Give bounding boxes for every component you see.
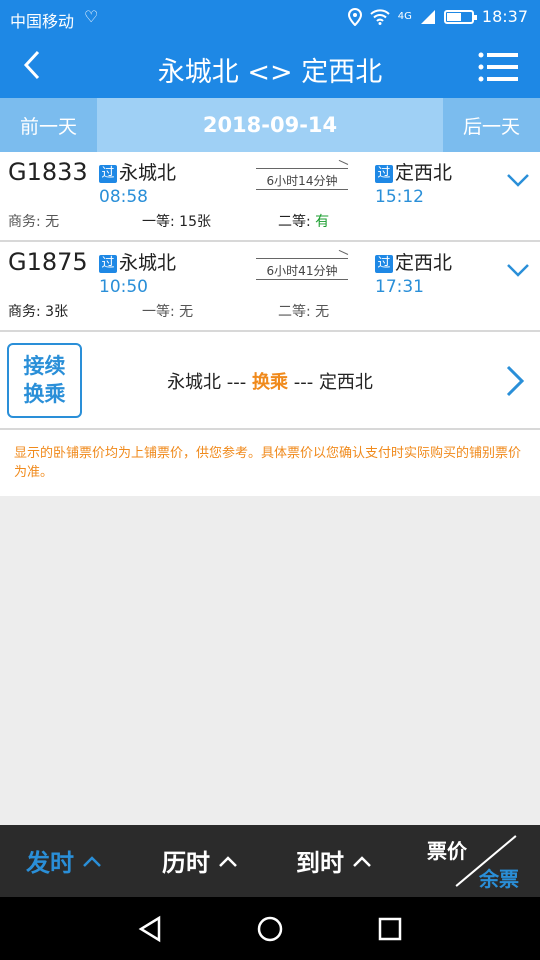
seat-value: 3张 — [45, 304, 69, 320]
seat-second: 二等: 有 — [278, 211, 329, 231]
caret-up-icon — [83, 855, 101, 867]
duration-text: 6小时41分钟 — [266, 264, 338, 278]
seat-business: 商务: 无 — [8, 211, 59, 231]
recents-square-icon[interactable] — [375, 914, 405, 944]
train-row[interactable]: G1875 过永城北 10:50 6小时41分钟 过定西北 17:31 商务: … — [0, 242, 540, 332]
sort-remaining-label: 余票 — [479, 867, 519, 891]
to-station: 过定西北 — [375, 248, 452, 275]
transfer-sep: --- — [288, 372, 319, 393]
to-station-name: 定西北 — [395, 252, 453, 274]
prev-day-button[interactable]: 前一天 — [0, 98, 97, 152]
sort-depart-time[interactable]: 发时 — [26, 843, 102, 878]
arrive-time: 17:31 — [375, 277, 424, 297]
caret-up-icon — [219, 855, 237, 867]
from-station-name: 永城北 — [119, 252, 177, 274]
seat-label: 商务: — [8, 214, 46, 230]
seat-business: 商务: 3张 — [8, 301, 68, 321]
home-circle-icon[interactable] — [255, 914, 285, 944]
location-icon — [347, 7, 362, 26]
pass-badge: 过 — [99, 255, 117, 273]
seat-value: 无 — [179, 304, 194, 320]
price-remaining-toggle[interactable]: 票价 余票 — [425, 831, 523, 891]
seat-label: 一等: — [142, 304, 180, 320]
clock: 18:37 — [481, 7, 528, 26]
signal-icon — [420, 9, 435, 24]
next-day-button[interactable]: 后一天 — [443, 98, 540, 152]
seat-first: 一等: 无 — [142, 301, 193, 321]
duration-underline — [256, 189, 348, 190]
carrier-name: 中国移动 — [10, 12, 75, 31]
arrow-icon — [256, 258, 348, 259]
sort-duration[interactable]: 历时 — [162, 843, 238, 878]
back-triangle-icon[interactable] — [135, 914, 165, 944]
transfer-from: 永城北 — [167, 372, 222, 393]
sort-duration-label: 历时 — [162, 849, 210, 877]
page-title: 永城北 <> 定西北 — [157, 57, 383, 88]
duration: 6小时41分钟 — [256, 258, 348, 280]
seat-label: 二等: — [278, 214, 316, 230]
seat-value: 无 — [315, 304, 330, 320]
pass-badge: 过 — [99, 165, 117, 183]
seat-first: 一等: 15张 — [142, 211, 211, 231]
depart-time: 10:50 — [99, 277, 148, 297]
seat-value: 无 — [45, 214, 60, 230]
chevron-right-icon[interactable] — [504, 364, 526, 398]
seat-value: 15张 — [179, 214, 211, 230]
transfer-mid: 换乘 — [252, 372, 288, 393]
status-icons: 4G 18:37 — [347, 7, 528, 26]
current-date[interactable]: 2018-09-14 — [97, 98, 443, 152]
transfer-row[interactable]: 接续 换乘 永城北 --- 换乘 --- 定西北 — [0, 332, 540, 430]
status-bar: 中国移动 ♡ 4G 18:37 — [0, 0, 540, 36]
seat-label: 二等: — [278, 304, 316, 320]
price-notice: 显示的卧铺票价均为上铺票价，供您参考。具体票价以您确认支付时实际购买的铺别票价为… — [0, 430, 540, 496]
chevron-down-icon[interactable] — [506, 258, 530, 282]
train-number: G1875 — [8, 248, 88, 276]
seat-label: 商务: — [8, 304, 46, 320]
sort-price-label: 票价 — [427, 839, 467, 863]
seat-second: 二等: 无 — [278, 301, 329, 321]
network-type: 4G — [397, 11, 412, 22]
from-station: 过永城北 — [99, 158, 176, 185]
train-list: G1833 过永城北 08:58 6小时14分钟 过定西北 15:12 商务: … — [0, 152, 540, 496]
duration: 6小时14分钟 — [256, 168, 348, 190]
duration-text: 6小时14分钟 — [266, 174, 338, 188]
depart-time: 08:58 — [99, 187, 148, 207]
heartbeat-icon: ♡ — [84, 7, 99, 26]
list-menu-icon — [478, 52, 518, 82]
wifi-icon — [370, 8, 390, 25]
pass-badge: 过 — [375, 255, 393, 273]
system-nav-bar — [0, 897, 540, 960]
app-header: 永城北 <> 定西北 — [0, 36, 540, 98]
train-number: G1833 — [8, 158, 88, 186]
to-station-name: 定西北 — [395, 162, 453, 184]
date-bar: 前一天 2018-09-14 后一天 — [0, 98, 540, 152]
from-station: 过永城北 — [99, 248, 176, 275]
duration-underline — [256, 279, 348, 280]
arrow-icon — [256, 168, 348, 169]
transfer-sep: --- — [221, 372, 252, 393]
transfer-route: 永城北 --- 换乘 --- 定西北 — [0, 368, 540, 394]
battery-icon — [443, 9, 477, 24]
seat-value: 有 — [315, 214, 330, 230]
arrive-time: 15:12 — [375, 187, 424, 207]
sort-arrive-time[interactable]: 到时 — [296, 843, 372, 878]
menu-button[interactable] — [478, 52, 518, 82]
transfer-to: 定西北 — [318, 372, 373, 393]
sort-bar: 发时 历时 到时 票价 余票 — [0, 825, 540, 897]
pass-badge: 过 — [375, 165, 393, 183]
train-row[interactable]: G1833 过永城北 08:58 6小时14分钟 过定西北 15:12 商务: … — [0, 152, 540, 242]
seat-label: 一等: — [142, 214, 180, 230]
sort-depart-label: 发时 — [26, 849, 74, 877]
chevron-down-icon[interactable] — [506, 168, 530, 192]
sort-arrive-label: 到时 — [296, 849, 344, 877]
from-station-name: 永城北 — [119, 162, 177, 184]
caret-up-icon — [353, 855, 371, 867]
to-station: 过定西北 — [375, 158, 452, 185]
